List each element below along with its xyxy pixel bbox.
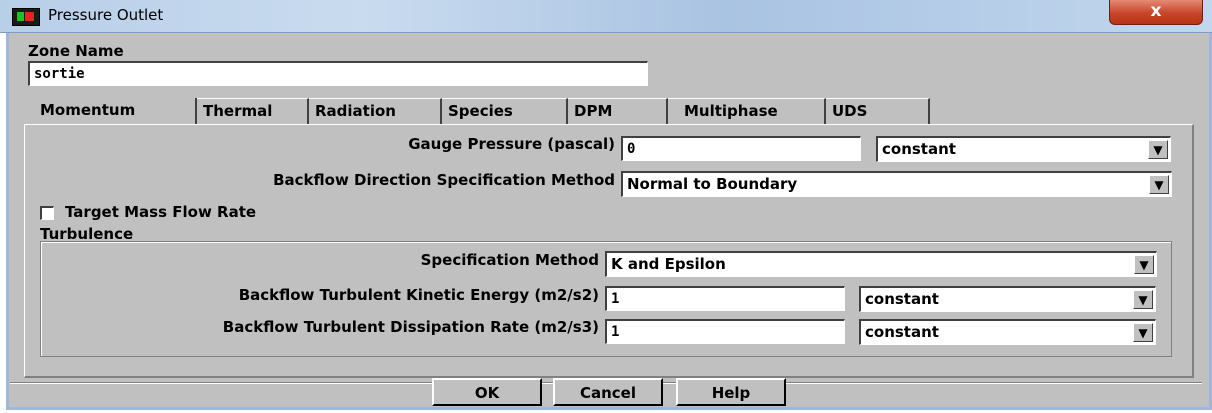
specification-method-label: Specification Method <box>420 251 599 269</box>
chevron-down-icon[interactable]: ▼ <box>1133 323 1153 342</box>
window-title: Pressure Outlet <box>48 6 164 24</box>
specification-method-select[interactable]: K and Epsilon ▼ <box>605 251 1157 277</box>
help-button[interactable]: Help <box>676 378 786 406</box>
chevron-down-icon[interactable]: ▼ <box>1148 140 1168 159</box>
cancel-button[interactable]: Cancel <box>553 378 663 406</box>
gauge-pressure-method-value: constant <box>882 140 956 158</box>
target-mass-flow-label: Target Mass Flow Rate <box>65 203 257 221</box>
title-bar[interactable]: Pressure Outlet x <box>0 0 1212 33</box>
ok-button[interactable]: OK <box>432 378 542 406</box>
kinetic-energy-method-value: constant <box>865 290 939 308</box>
backflow-direction-value: Normal to Boundary <box>627 175 798 193</box>
backflow-direction-select[interactable]: Normal to Boundary ▼ <box>621 171 1172 197</box>
tab-radiation[interactable]: Radiation <box>309 98 442 124</box>
app-icon <box>12 8 40 26</box>
chevron-down-icon[interactable]: ▼ <box>1149 175 1169 194</box>
specification-method-value: K and Epsilon <box>611 255 726 273</box>
dissipation-rate-label: Backflow Turbulent Dissipation Rate (m2/… <box>222 318 599 336</box>
zone-name-label: Zone Name <box>28 42 124 60</box>
tab-dpm[interactable]: DPM <box>568 98 668 124</box>
dissipation-rate-method-select[interactable]: constant ▼ <box>859 319 1156 345</box>
close-button[interactable]: x <box>1109 0 1203 25</box>
kinetic-energy-method-select[interactable]: constant ▼ <box>859 286 1156 312</box>
close-icon: x <box>1150 1 1162 21</box>
backflow-direction-label: Backflow Direction Specification Method <box>273 171 615 189</box>
gauge-pressure-input[interactable]: 0 <box>621 136 861 161</box>
tab-species[interactable]: Species <box>442 98 568 124</box>
kinetic-energy-input[interactable]: 1 <box>605 286 845 311</box>
kinetic-energy-label: Backflow Turbulent Kinetic Energy (m2/s2… <box>238 286 599 304</box>
dissipation-rate-method-value: constant <box>865 323 939 341</box>
tab-thermal[interactable]: Thermal <box>197 98 309 124</box>
dissipation-rate-input[interactable]: 1 <box>605 319 845 344</box>
tab-uds[interactable]: UDS <box>826 98 930 124</box>
gauge-pressure-label: Gauge Pressure (pascal) <box>408 135 615 153</box>
gauge-pressure-method-select[interactable]: constant ▼ <box>876 136 1171 162</box>
chevron-down-icon[interactable]: ▼ <box>1133 290 1153 309</box>
zone-name-input[interactable]: sortie <box>28 61 648 86</box>
chevron-down-icon[interactable]: ▼ <box>1134 255 1154 274</box>
tab-multiphase[interactable]: Multiphase <box>668 98 826 124</box>
target-mass-flow-checkbox[interactable] <box>40 206 54 220</box>
tab-momentum[interactable]: Momentum <box>34 98 197 124</box>
